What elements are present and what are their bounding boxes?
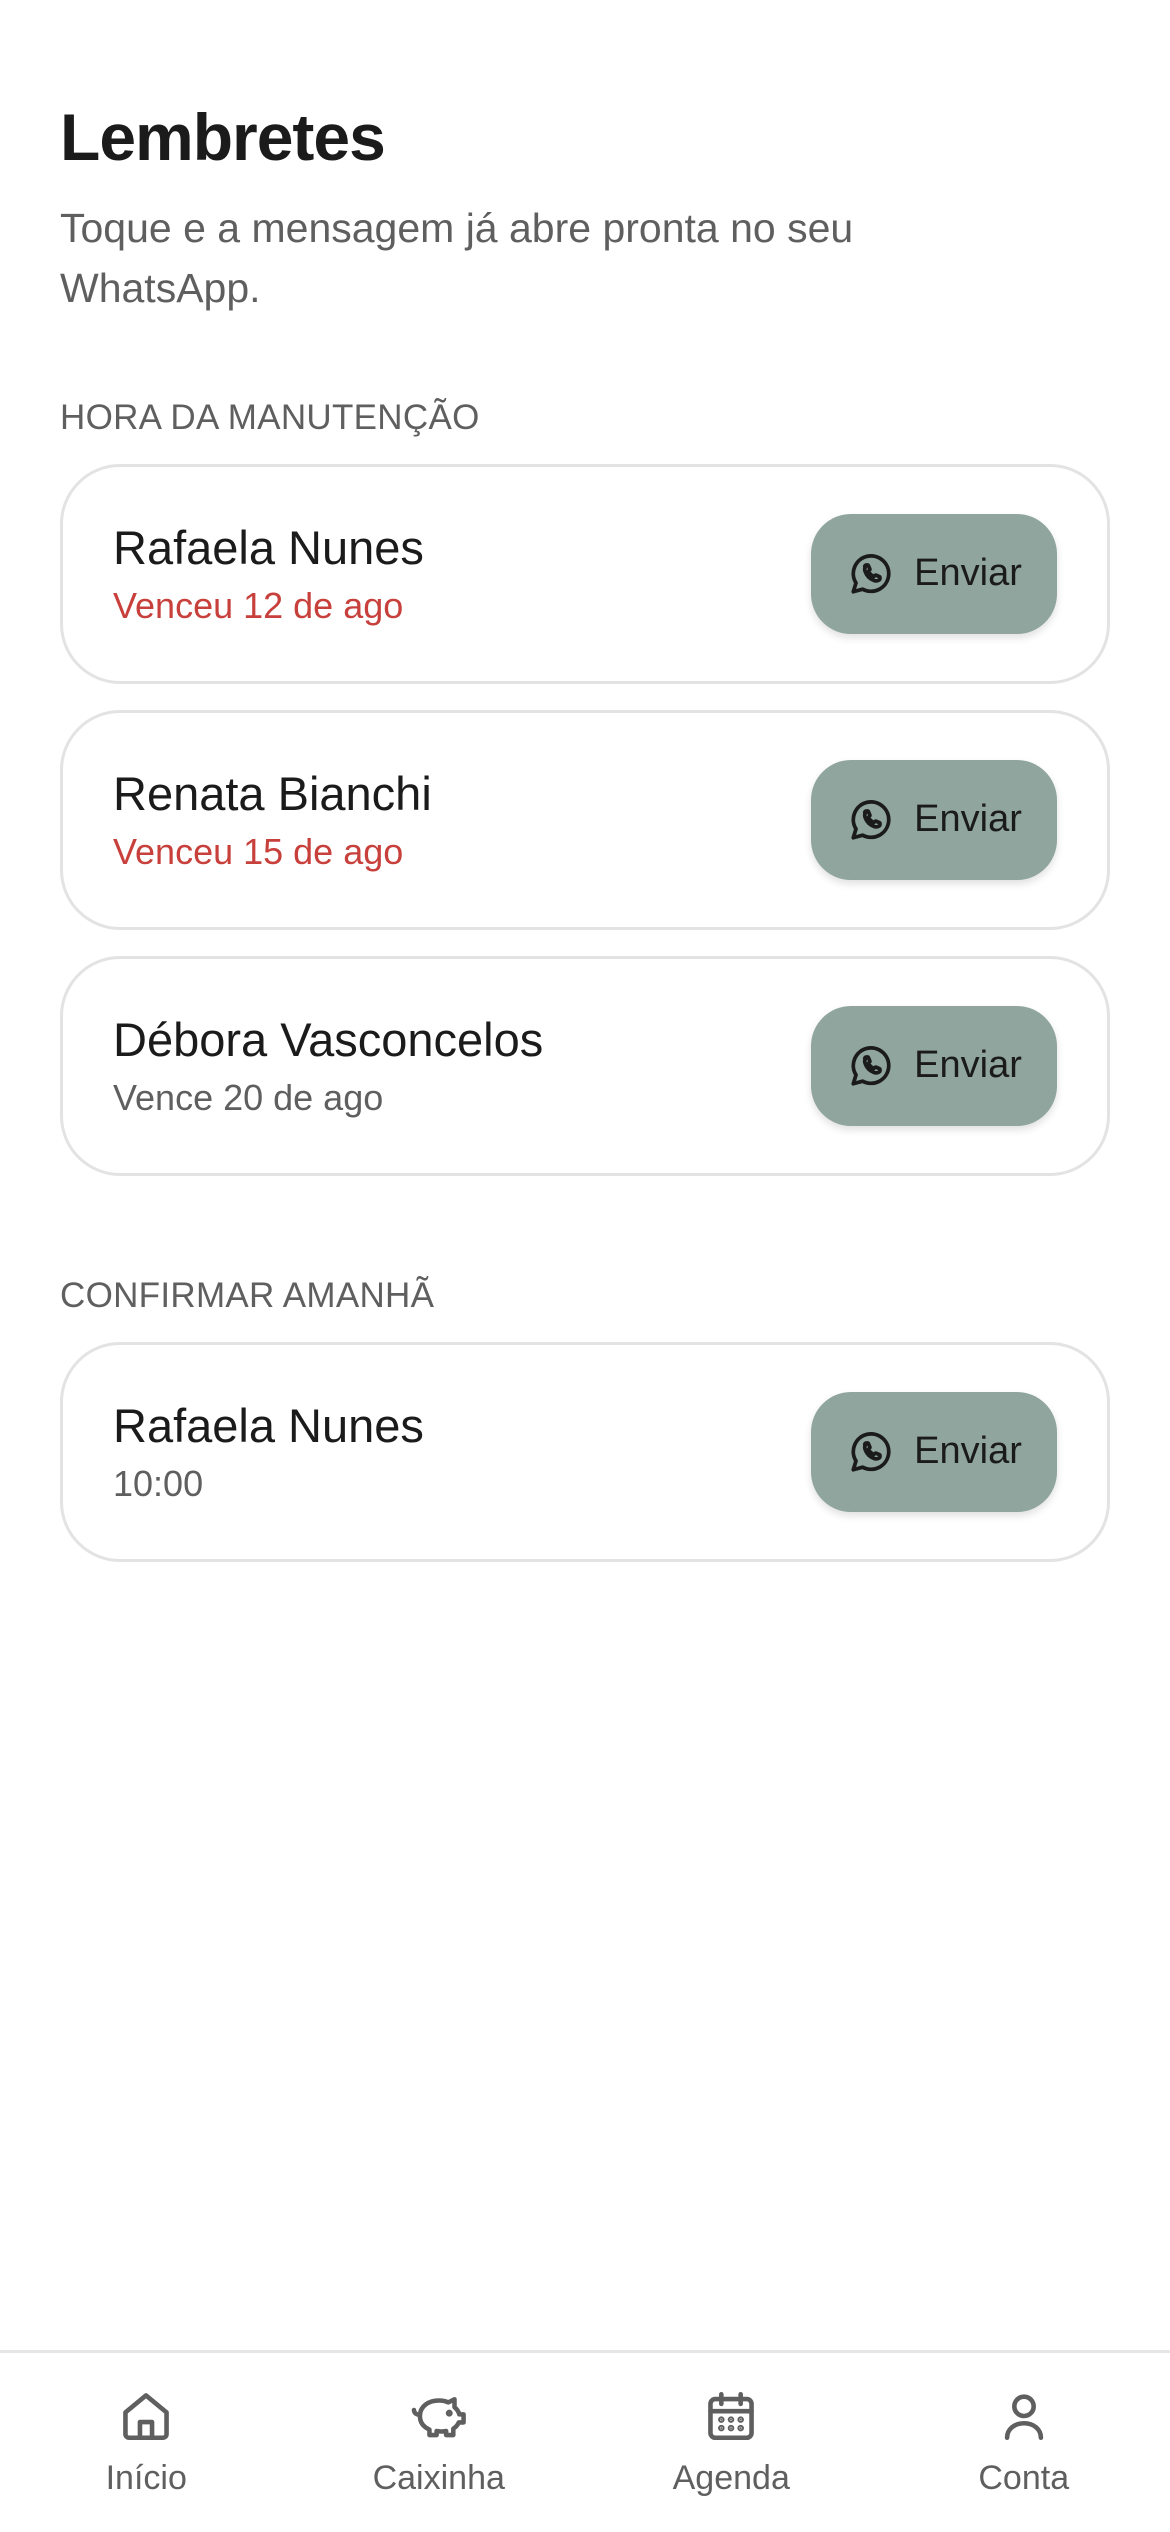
client-name: Rafaela Nunes <box>113 521 424 575</box>
due-status: Vence 20 de ago <box>113 1077 384 1119</box>
reminder-card: Rafaela Nunes 10:00 Enviar <box>60 1341 1110 1562</box>
send-button-label: Enviar <box>914 552 1022 595</box>
page-title: Lembretes <box>60 100 386 174</box>
piggy-bank-icon <box>408 2381 470 2451</box>
reminders-screen: Lembretes Toque e a mensagem já abre pro… <box>0 0 1170 2532</box>
home-icon <box>117 2381 175 2451</box>
send-button-label: Enviar <box>914 1044 1022 1087</box>
whatsapp-icon <box>846 1427 896 1477</box>
appointment-time: 10:00 <box>113 1463 204 1505</box>
whatsapp-icon <box>846 795 896 845</box>
main-content: Lembretes Toque e a mensagem já abre pro… <box>60 100 1110 1562</box>
client-name: Rafaela Nunes <box>113 1399 424 1453</box>
send-whatsapp-button[interactable]: Enviar <box>811 1391 1057 1512</box>
maintenance-list: Rafaela Nunes Venceu 12 de ago Enviar Re… <box>60 463 1110 1176</box>
nav-item-agenda[interactable]: Agenda <box>585 2353 878 2532</box>
page-subtitle: Toque e a mensagem já abre pronta no seu… <box>60 204 854 311</box>
nav-label: Início <box>105 2459 187 2497</box>
reminder-text: Rafaela Nunes Venceu 12 de ago <box>113 520 424 628</box>
bottom-nav: Início Caixinha Agenda Conta <box>0 2350 1170 2532</box>
reminder-text: Débora Vasconcelos Vence 20 de ago <box>113 1012 543 1120</box>
user-icon <box>995 2381 1053 2451</box>
nav-label: Caixinha <box>372 2459 505 2497</box>
confirm-list: Rafaela Nunes 10:00 Enviar <box>60 1341 1110 1562</box>
nav-label: Agenda <box>672 2459 790 2497</box>
section-label-maintenance: HORA DA MANUTENÇÃO <box>60 397 480 437</box>
send-whatsapp-button[interactable]: Enviar <box>811 1005 1057 1126</box>
whatsapp-icon <box>846 549 896 599</box>
client-name: Renata Bianchi <box>113 767 432 821</box>
reminder-card: Rafaela Nunes Venceu 12 de ago Enviar <box>60 463 1110 684</box>
send-button-label: Enviar <box>914 1430 1022 1473</box>
nav-item-caixinha[interactable]: Caixinha <box>293 2353 586 2532</box>
nav-item-conta[interactable]: Conta <box>878 2353 1170 2532</box>
due-status: Venceu 12 de ago <box>113 585 404 627</box>
reminder-card: Renata Bianchi Venceu 15 de ago Enviar <box>60 709 1110 930</box>
due-status: Venceu 15 de ago <box>113 831 404 873</box>
client-name: Débora Vasconcelos <box>113 1013 544 1067</box>
reminder-text: Rafaela Nunes 10:00 <box>113 1398 424 1506</box>
nav-label: Conta <box>978 2459 1070 2497</box>
send-button-label: Enviar <box>914 798 1022 841</box>
send-whatsapp-button[interactable]: Enviar <box>811 513 1057 634</box>
send-whatsapp-button[interactable]: Enviar <box>811 759 1057 880</box>
reminder-card: Débora Vasconcelos Vence 20 de ago Envia… <box>60 955 1110 1176</box>
section-label-confirm-tomorrow: CONFIRMAR AMANHÃ <box>60 1275 435 1315</box>
reminder-text: Renata Bianchi Venceu 15 de ago <box>113 766 432 874</box>
calendar-icon <box>702 2381 760 2451</box>
whatsapp-icon <box>846 1041 896 1091</box>
nav-item-inicio[interactable]: Início <box>0 2353 293 2532</box>
